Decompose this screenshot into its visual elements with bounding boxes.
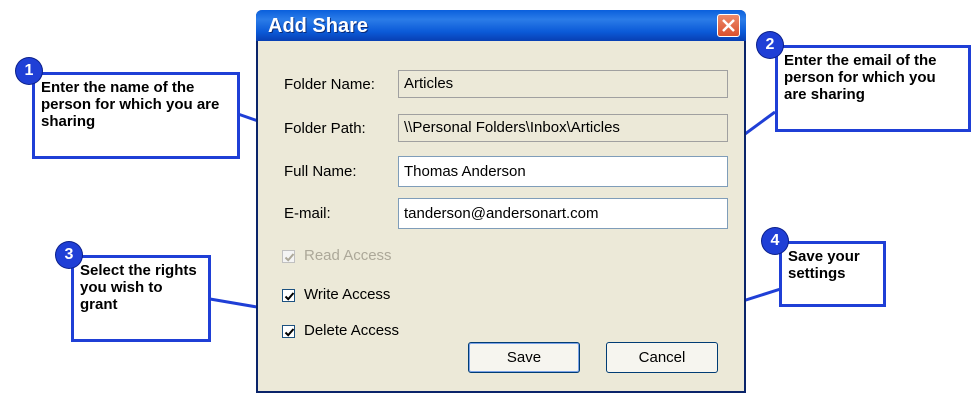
email-input[interactable]: tanderson@andersonart.com bbox=[398, 198, 728, 229]
folder-path-label: Folder Path: bbox=[284, 120, 366, 137]
full-name-label: Full Name: bbox=[284, 163, 357, 180]
callout-3-badge: 3 bbox=[56, 242, 82, 268]
callout-4-badge: 4 bbox=[762, 228, 788, 254]
dialog-title: Add Share bbox=[268, 15, 369, 37]
read-access-check bbox=[282, 250, 295, 263]
folder-name-field: Articles bbox=[398, 70, 728, 98]
close-icon bbox=[722, 19, 735, 32]
delete-access-check[interactable] bbox=[282, 325, 295, 338]
add-share-dialog: Add Share Folder Name: Articles Folder P… bbox=[256, 10, 746, 393]
email-label: E-mail: bbox=[284, 205, 331, 222]
callout-3-box: Select the rights you wish to grant bbox=[71, 255, 211, 342]
cancel-button[interactable]: Cancel bbox=[606, 342, 718, 373]
read-access-label: Read Access bbox=[304, 247, 392, 264]
callout-4-box: Save your settings bbox=[779, 241, 886, 307]
title-bar: Add Share bbox=[256, 10, 746, 41]
checkmark-icon bbox=[284, 253, 295, 262]
folder-name-label: Folder Name: bbox=[284, 76, 375, 93]
delete-access-label: Delete Access bbox=[304, 322, 400, 339]
write-access-label: Write Access bbox=[304, 286, 391, 303]
checkmark-icon bbox=[284, 328, 295, 337]
callout-2-badge: 2 bbox=[757, 32, 783, 58]
close-button[interactable] bbox=[717, 14, 740, 37]
folder-path-field: \\Personal Folders\Inbox\Articles bbox=[398, 114, 728, 142]
callout-2-box: Enter the email of the person for which … bbox=[775, 45, 971, 132]
callout-1-box: Enter the name of the person for which y… bbox=[32, 72, 240, 159]
save-button[interactable]: Save bbox=[468, 342, 580, 373]
checkmark-icon bbox=[284, 292, 295, 301]
callout-1-badge: 1 bbox=[16, 58, 42, 84]
write-access-check[interactable] bbox=[282, 289, 295, 302]
full-name-input[interactable]: Thomas Anderson bbox=[398, 156, 728, 187]
